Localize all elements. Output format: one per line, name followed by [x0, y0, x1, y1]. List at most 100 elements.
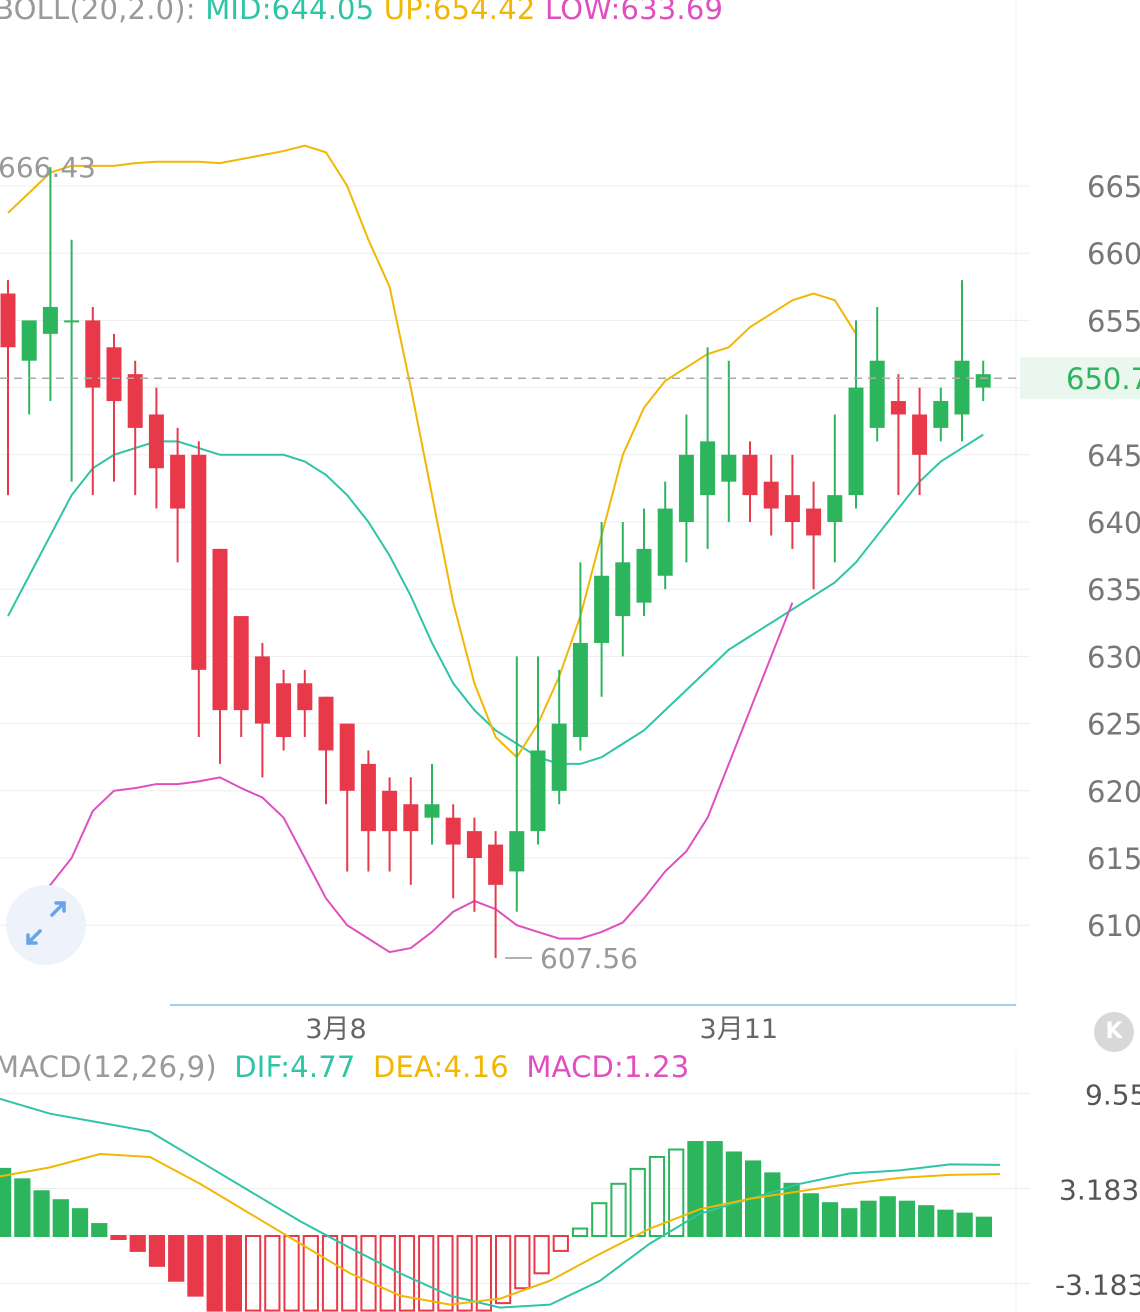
y-tick-label: 665 [1087, 170, 1140, 204]
candle-down [360, 763, 376, 832]
macd-dea-line [0, 1152, 1001, 1306]
candle-down [466, 831, 482, 858]
macd-histogram-bar [148, 1235, 166, 1267]
macd-histogram-bar [898, 1200, 916, 1238]
candle-up [678, 454, 694, 522]
expand-chart-button[interactable] [6, 885, 86, 965]
macd-histogram-bar [687, 1141, 704, 1237]
y-tick-label: 620 [1087, 775, 1140, 809]
candle-up [615, 562, 631, 617]
y-tick-label: 610 [1087, 909, 1140, 943]
candle-up [530, 750, 546, 832]
y-tick-label: 645 [1087, 439, 1140, 473]
macd-histogram-bar [860, 1200, 877, 1238]
boll-mid-line [7, 433, 984, 765]
candle-up [933, 401, 949, 428]
macd-histogram-bar [14, 1178, 31, 1238]
macd-histogram-bar [610, 1182, 627, 1238]
high-annotation: 666.43 [0, 151, 96, 184]
candle-up [975, 374, 991, 388]
y-tick-label: 630 [1087, 640, 1140, 674]
candle-down [170, 454, 186, 509]
macd-histogram-bar [110, 1235, 127, 1240]
macd-histogram-bar [52, 1199, 69, 1238]
y-tick-label: 660 [1087, 237, 1140, 271]
macd-histogram-bar [725, 1151, 742, 1238]
candle-down [297, 683, 313, 711]
candle-up [509, 831, 525, 872]
candle-down [212, 548, 228, 711]
macd-histogram-bar [802, 1193, 819, 1237]
candle-up [827, 495, 843, 522]
stock-chart-screen: BOLL(20,2.0): MID:644.05 UP:654.42 LOW:6… [0, 0, 1140, 1312]
macd-histogram-bar [783, 1182, 800, 1238]
k-line-button[interactable]: K [1094, 1012, 1134, 1052]
macd-histogram-bar [0, 1167, 12, 1238]
macd-y-tick-label: -3.1833 [1055, 1268, 1140, 1301]
macd-histogram-bar [764, 1172, 781, 1238]
candle-up [954, 360, 970, 415]
macd-histogram-bar [245, 1235, 262, 1312]
candle-down [0, 293, 16, 348]
boll-low-line [7, 602, 794, 954]
macd-histogram-bar [879, 1196, 896, 1237]
macd-histogram-bar [591, 1202, 608, 1237]
macd-histogram-bar [206, 1235, 223, 1312]
macd-histogram-bar [495, 1235, 512, 1305]
y-tick-label: 615 [1087, 842, 1140, 876]
y-tick-label: 625 [1087, 708, 1140, 742]
macd-histogram-bar [283, 1235, 300, 1312]
macd-y-tick-label: 9.55 [1085, 1079, 1140, 1112]
macd-histogram-bar [91, 1223, 108, 1238]
macd-histogram-bar [533, 1235, 550, 1275]
macd-histogram-bar [552, 1235, 569, 1252]
candle-up [721, 454, 737, 482]
candle-down [233, 616, 249, 711]
candle-down [127, 374, 143, 428]
macd-histogram-bar [418, 1235, 435, 1312]
macd-histogram-bar [629, 1167, 646, 1238]
macd-histogram-bar [475, 1235, 492, 1312]
macd-histogram-bar [648, 1155, 666, 1238]
y-tick-label: 655 [1087, 304, 1140, 338]
macd-histogram-bar [168, 1235, 185, 1282]
x-tick-label: 3月8 [305, 1014, 366, 1045]
macd-histogram-bar [571, 1227, 589, 1238]
candle-down [339, 723, 355, 791]
macd-histogram-bar [956, 1212, 973, 1238]
candle-down [254, 656, 270, 724]
macd-histogram-bar [71, 1208, 89, 1237]
current-price-label: 650.7 [1066, 362, 1140, 396]
candle-down [276, 683, 292, 738]
macd-histogram-bar [379, 1235, 396, 1312]
macd-macd-value: MACD:1.23 [526, 1050, 690, 1084]
macd-histogram-bar [821, 1202, 839, 1237]
macd-histogram-bar [33, 1190, 50, 1238]
macd-indicator-header: MACD(12,26,9) DIF:4.77 DEA:4.16 MACD:1.2… [0, 1050, 689, 1084]
macd-histogram-bar [745, 1160, 762, 1238]
y-tick-label: 635 [1087, 573, 1140, 607]
candle-down [806, 508, 822, 536]
macd-dif-value: DIF:4.77 [234, 1050, 356, 1084]
macd-histogram-bar [341, 1235, 358, 1312]
macd-histogram-bar [975, 1216, 992, 1238]
candle-down [382, 790, 398, 832]
candle-down [403, 804, 419, 832]
macd-histogram-bar [918, 1205, 935, 1238]
candle-down [148, 414, 164, 469]
macd-params-label: MACD(12,26,9) [0, 1050, 217, 1084]
candle-up [21, 320, 37, 361]
macd-histogram-bar [360, 1235, 377, 1312]
macd-histogram-bar [225, 1235, 242, 1312]
macd-dea-value: DEA:4.16 [372, 1050, 509, 1084]
macd-dif-line [0, 1097, 1001, 1309]
candle-down [488, 844, 504, 885]
candle-up [551, 723, 567, 791]
candle-up [869, 360, 885, 428]
macd-y-tick-label: 3.1833 [1059, 1174, 1140, 1207]
candle-down [912, 414, 928, 455]
candle-down [445, 817, 461, 845]
candle-down [106, 347, 122, 402]
macd-histogram-bar [129, 1235, 146, 1252]
candlestick-chart[interactable]: 6656606556506456406356306256206156103月83… [0, 0, 1140, 1045]
